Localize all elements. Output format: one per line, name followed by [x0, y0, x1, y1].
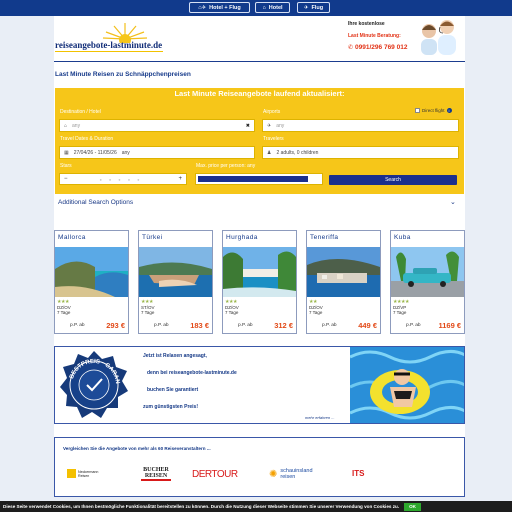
plane-icon: ✈ — [267, 122, 272, 129]
cookie-ok-button[interactable]: OK — [404, 502, 421, 511]
mallorca-image — [55, 247, 128, 297]
top-navigation-bar: ⌂✈ Hotel + Flug ⌂ Hotel ✈ Flug — [0, 0, 512, 16]
header-divider — [54, 61, 465, 62]
site-logo[interactable]: reiseangebote-lastminute.de — [55, 40, 162, 50]
phone-number[interactable]: 0991/296 769 012 — [355, 42, 407, 54]
bestprice-promo-banner[interactable]: BESTPREIS · GARANTIE Jetzt ist Relaxen a… — [54, 346, 465, 424]
destination-input[interactable]: ⌂ any ✖ — [59, 119, 255, 132]
support-agents-image — [416, 17, 464, 55]
clear-icon[interactable]: ✖ — [246, 123, 250, 129]
logo-underline — [55, 51, 163, 52]
travel-dates-input[interactable]: ▦ 27/04/26 - 11/05/26 any — [59, 146, 255, 159]
brand-its[interactable]: ITS — [352, 469, 364, 478]
stars-selector[interactable]: − ●●●●● + — [59, 173, 187, 185]
search-button[interactable]: Search — [329, 175, 457, 185]
direct-flight-checkbox[interactable]: Direct flight i — [415, 108, 452, 113]
cookie-text: Diese Seite verwendet Cookies, um Ihnen … — [3, 504, 400, 509]
search-form: Last Minute Reiseangebote laufend aktual… — [55, 88, 464, 194]
tuerkei-image — [139, 247, 212, 297]
max-price-slider[interactable] — [195, 173, 323, 185]
tour-operators-section: Vergleichen Sie die Angebote von mehr al… — [54, 437, 465, 497]
home-icon: ⌂ — [64, 122, 68, 129]
plane-icon: ✈ — [303, 4, 309, 11]
calendar-icon: ▦ — [64, 149, 69, 156]
kuba-image — [391, 247, 464, 297]
pool-relax-image — [350, 347, 464, 423]
person-icon: ♟ — [267, 149, 272, 156]
page-headline: Last Minute Reisen zu Schnäppchenpreisen — [55, 71, 191, 78]
search-title: Last Minute Reiseangebote laufend aktual… — [174, 89, 345, 98]
offer-card-teneriffa[interactable]: Teneriffa ★★ DZ/OV 7 Tage p.P. ab 449 € — [306, 230, 381, 334]
airports-input[interactable]: ✈ any — [262, 119, 459, 132]
travelers-input[interactable]: ♟ 2 adults, 0 children — [262, 146, 459, 159]
chevron-down-icon[interactable]: ⌄ — [450, 198, 456, 206]
info-icon[interactable]: i — [446, 108, 452, 113]
more-info-link[interactable]: mehr erfahren ... — [305, 415, 335, 420]
cookie-banner: Diese Seite verwendet Cookies, um Ihnen … — [0, 501, 512, 512]
brand-schauinsland[interactable]: ✺ schauinsland reisen — [269, 468, 320, 480]
phone-icon: ✆ — [348, 45, 354, 51]
bestprice-guarantee-seal: BESTPREIS · GARANTIE — [59, 350, 128, 418]
teneriffa-image — [307, 247, 380, 297]
hotel-flight-icon: ⌂✈ — [198, 4, 207, 11]
brand-dertour[interactable]: DERTOUR — [192, 469, 238, 480]
max-price-fill — [198, 176, 308, 182]
brand-neckermann[interactable]: Neckermann Reisen — [67, 469, 106, 478]
brand-bucher[interactable]: BUCHER REISEN — [141, 467, 171, 481]
offer-card-mallorca[interactable]: Mallorca ★★★ DZ/OV 7 Tage p.P. ab 293 € — [54, 230, 129, 334]
nav-hotel-button[interactable]: ⌂ Hotel — [255, 2, 290, 13]
contact-box: Ihre kostenlose Last Minute Beratung: ✆ … — [348, 18, 418, 54]
neckermann-logo-icon — [67, 469, 76, 478]
hotel-icon: ⌂ — [262, 4, 266, 11]
offer-card-kuba[interactable]: Kuba ★★★★ DZ/VP 7 Tage p.P. ab 1169 € — [390, 230, 465, 334]
offer-card-tuerkei[interactable]: Türkei ★★★ ST/OV 7 Tage p.P. ab 183 € — [138, 230, 213, 334]
minus-icon[interactable]: − — [64, 176, 68, 182]
hurghada-image — [223, 247, 296, 297]
nav-flight-button[interactable]: ✈ Flug — [297, 2, 330, 13]
checkbox-icon[interactable] — [415, 108, 420, 113]
sun-icon: ✺ — [269, 468, 278, 480]
plus-icon[interactable]: + — [178, 176, 182, 182]
stars-rating: ●●●●● — [99, 176, 147, 182]
additional-search-options-toggle[interactable]: Additional Search Options — [58, 199, 133, 206]
offer-list: Mallorca ★★★ DZ/OV 7 Tage p.P. ab 293 € T… — [54, 230, 465, 334]
offer-card-hurghada[interactable]: Hurghada ★★★ DZ/OV 7 Tage p.P. ab 312 € — [222, 230, 297, 334]
nav-hotel-flight-button[interactable]: ⌂✈ Hotel + Flug — [189, 2, 250, 13]
